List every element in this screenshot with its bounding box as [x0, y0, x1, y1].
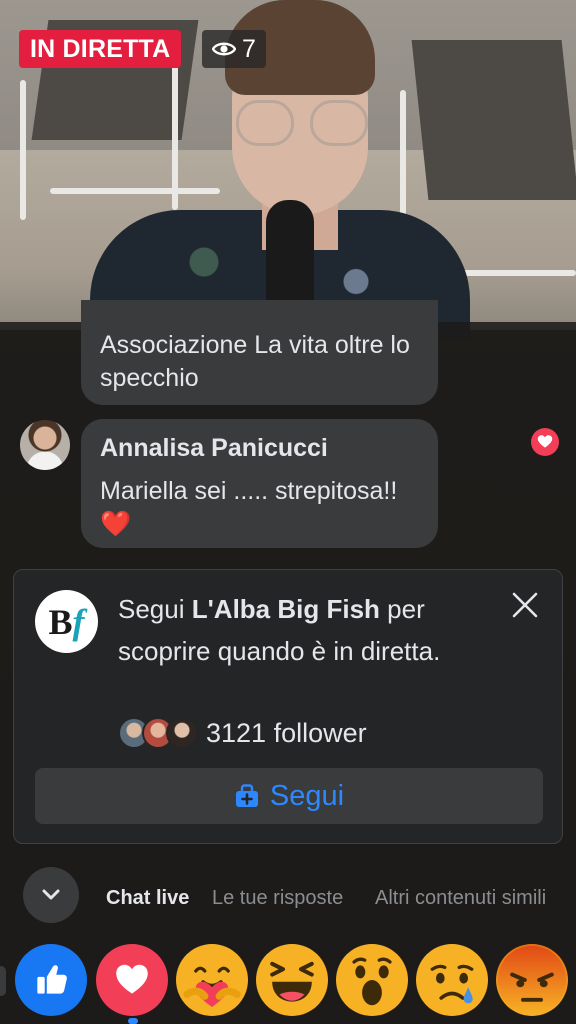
like-reaction-button[interactable] — [15, 944, 87, 1016]
chat-message[interactable]: Annalisa Panicucci Mariella sei ..... st… — [81, 419, 438, 548]
care-reaction-button[interactable] — [176, 944, 248, 1016]
reaction-bar — [0, 938, 576, 1024]
selected-reaction-indicator — [128, 1018, 138, 1024]
tab-your-replies[interactable]: Le tue risposte — [212, 885, 343, 911]
chair-leg — [400, 90, 406, 230]
avatar[interactable] — [20, 420, 70, 470]
wow-reaction-button[interactable] — [336, 944, 408, 1016]
sad-reaction-button[interactable] — [416, 944, 488, 1016]
message-author[interactable]: Annalisa Panicucci — [100, 432, 418, 465]
follower-avatars — [118, 717, 198, 749]
chat-message[interactable]: Associazione La vita oltre lo specchio — [81, 300, 438, 405]
chair-bar — [50, 188, 220, 194]
chair-leg — [20, 80, 26, 220]
beach-chair — [411, 40, 576, 200]
chevron-down-icon — [42, 889, 60, 900]
follow-prompt: Segui L'Alba Big Fish per scoprire quand… — [118, 594, 441, 666]
tab-chat-live[interactable]: Chat live — [106, 885, 189, 911]
close-button[interactable] — [510, 590, 540, 620]
sad-icon — [417, 945, 487, 1015]
follow-button-label: Segui — [269, 779, 345, 812]
haha-reaction-button[interactable] — [256, 944, 328, 1016]
page-name[interactable]: L'Alba Big Fish — [192, 594, 380, 624]
page-logo[interactable]: Bf — [35, 590, 98, 653]
haha-icon — [257, 945, 327, 1015]
love-reaction-button[interactable] — [96, 944, 168, 1016]
glasses — [236, 100, 294, 146]
message-text: Associazione La vita oltre lo specchio — [100, 331, 410, 392]
follower-info: 3121 follower — [118, 715, 367, 751]
care-icon — [177, 945, 247, 1015]
close-icon — [512, 592, 538, 618]
follow-page-icon — [235, 784, 258, 807]
message-text: Mariella sei ..... strepitosa!!❤️ — [100, 477, 398, 538]
follower-count: 3121 follower — [206, 717, 367, 748]
follow-button[interactable]: Segui — [35, 768, 543, 824]
angry-reaction-button[interactable] — [496, 944, 568, 1016]
glasses — [310, 100, 368, 146]
heart-reaction-icon — [531, 428, 559, 456]
collapse-chat-button[interactable] — [23, 867, 79, 923]
angry-icon — [497, 945, 567, 1015]
viewer-count: 7 — [202, 30, 266, 68]
eye-icon — [212, 42, 236, 56]
follower-avatar — [166, 717, 198, 749]
tab-similar-content[interactable]: Altri contenuti simili — [375, 885, 546, 911]
wow-icon — [337, 945, 407, 1015]
viewer-count-value: 7 — [242, 35, 256, 63]
follow-page-card: Bf Segui L'Alba Big Fish per scoprire qu… — [13, 569, 563, 844]
love-icon — [116, 964, 148, 994]
like-icon — [37, 965, 67, 994]
live-badge: IN DIRETTA — [19, 30, 182, 68]
